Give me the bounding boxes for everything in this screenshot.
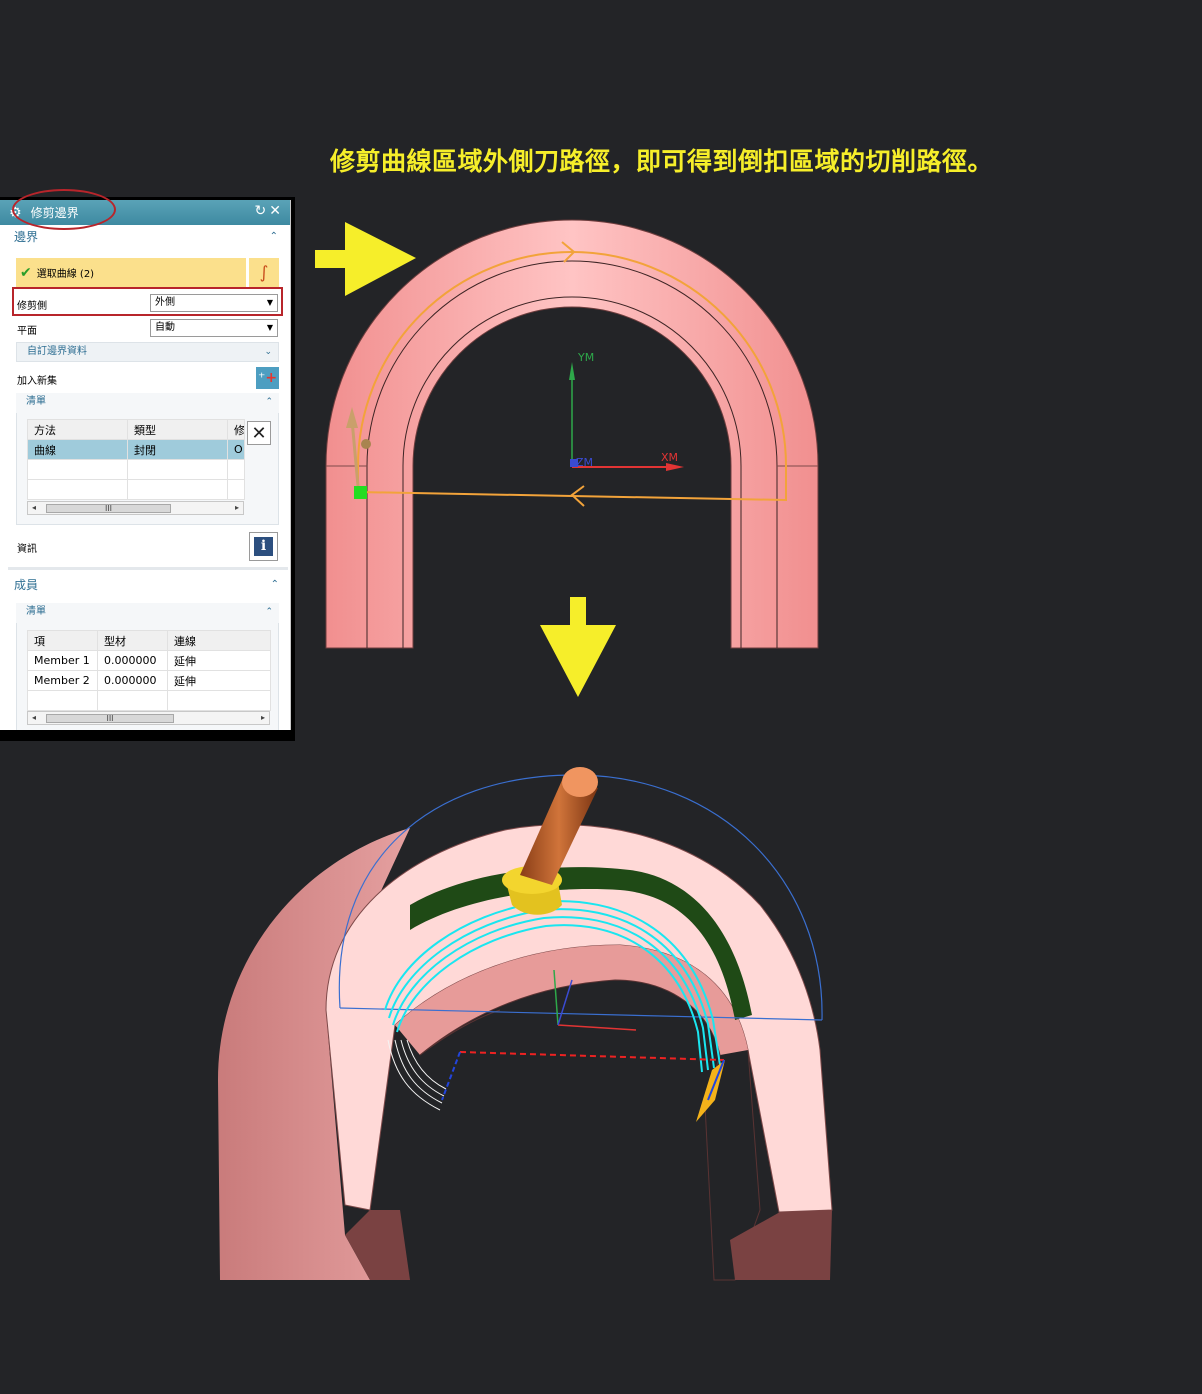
yellow-down-arrow [540, 597, 616, 697]
axis-label-zm: ZM [576, 456, 593, 469]
yellow-right-arrow [315, 222, 416, 296]
graphics-viewport[interactable]: YM XM ZM [0, 0, 1202, 1394]
axis-label-xm: XM [661, 451, 678, 464]
tool-axis-left [441, 1051, 461, 1101]
boundary-dashed-line [459, 1051, 725, 1061]
axis-label-ym: YM [577, 351, 594, 364]
wcs-axes: YM XM ZM [569, 351, 684, 471]
start-point-marker[interactable] [354, 486, 367, 499]
